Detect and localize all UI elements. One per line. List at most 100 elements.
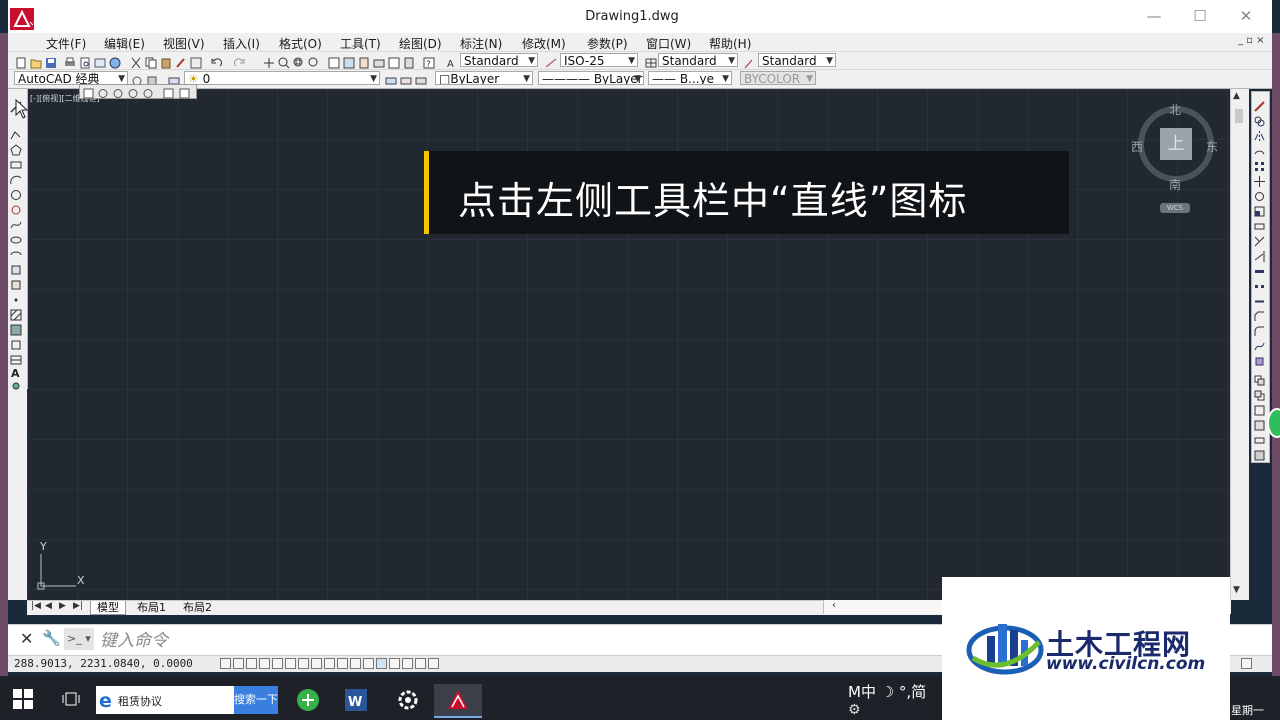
move-tool-icon[interactable]	[1254, 172, 1265, 187]
paste-icon[interactable]	[160, 54, 172, 69]
circle-tool-icon[interactable]	[10, 186, 22, 200]
gradient-tool-icon[interactable]	[10, 321, 22, 336]
redo-icon[interactable]	[233, 54, 246, 67]
add-selected-tool-icon[interactable]	[10, 377, 22, 390]
break-at-point-tool-icon[interactable]	[1254, 262, 1265, 273]
design-center-icon[interactable]	[343, 54, 355, 69]
multileader-style-dropdown[interactable]: Standard ▼	[758, 53, 836, 67]
menu-window[interactable]: 窗口(W)	[646, 35, 691, 52]
print-preview-icon[interactable]	[79, 54, 91, 69]
menu-parametric[interactable]: 参数(P)	[587, 35, 628, 52]
workspace-save-icon[interactable]	[146, 72, 158, 86]
make-block-tool-icon[interactable]	[10, 276, 22, 290]
table-tool-icon[interactable]	[10, 351, 22, 365]
trim-tool-icon[interactable]	[1254, 232, 1265, 247]
polyline-tool-icon[interactable]	[10, 126, 22, 140]
ellipse-tool-icon[interactable]	[10, 231, 22, 244]
model-space-toggle[interactable]	[415, 658, 426, 669]
menu-dimension[interactable]: 标注(N)	[460, 35, 502, 52]
quick-properties-toggle[interactable]	[376, 658, 387, 669]
grid-display-toggle[interactable]	[246, 658, 257, 669]
join-tool-icon[interactable]	[1254, 292, 1265, 303]
allow-disallow-ucs-toggle[interactable]	[324, 658, 335, 669]
dynamic-input-toggle[interactable]	[337, 658, 348, 669]
menu-tools[interactable]: 工具(T)	[340, 35, 381, 52]
text-style-dropdown[interactable]: Standard ▼	[460, 53, 538, 67]
floating-assistant-icon[interactable]	[1267, 408, 1280, 438]
pan-icon[interactable]	[263, 54, 275, 68]
command-close-icon[interactable]: ✕	[20, 629, 33, 648]
menu-help[interactable]: 帮助(H)	[709, 35, 751, 52]
rectangle-tool-icon[interactable]	[10, 156, 22, 169]
workspace-switch-toggle[interactable]	[428, 658, 439, 669]
offset-tool-icon[interactable]	[1254, 142, 1265, 155]
table-style-dropdown[interactable]: Standard ▼	[658, 53, 738, 67]
tab-layout1[interactable]: 布局1	[131, 601, 172, 614]
ellipse-arc-tool-icon[interactable]	[10, 246, 22, 258]
viewcube-top-face[interactable]: 上	[1160, 128, 1192, 160]
polar-tracking-toggle[interactable]	[272, 658, 283, 669]
object-snap-tracking-toggle[interactable]	[311, 658, 322, 669]
copy-tool-icon[interactable]	[1254, 112, 1265, 127]
plotstyle-dropdown[interactable]: BYCOLOR ▼	[740, 71, 816, 85]
menu-edit[interactable]: 编辑(E)	[104, 35, 145, 52]
help-icon[interactable]: ?	[423, 54, 435, 70]
layer-previous-icon[interactable]	[400, 72, 412, 85]
mirror-tool-icon[interactable]	[1254, 127, 1265, 142]
tab-next-button[interactable]: ▶	[59, 601, 66, 611]
zoom-realtime-icon[interactable]	[278, 54, 290, 69]
insert-block-tool-icon[interactable]	[10, 261, 22, 275]
cut-icon[interactable]	[130, 54, 142, 69]
taskbar-weekday[interactable]: 星期一	[1231, 702, 1264, 718]
tray-settings-icon[interactable]: ⚙	[848, 702, 861, 718]
selection-cycling-toggle[interactable]	[389, 658, 400, 669]
tab-last-button[interactable]: ▶|	[73, 601, 83, 611]
markup-icon[interactable]	[388, 54, 400, 69]
erase-tool-icon[interactable]	[1254, 97, 1265, 112]
tab-prev-button[interactable]: ◀	[45, 601, 52, 611]
revision-cloud-tool-icon[interactable]	[10, 201, 22, 215]
taskbar-search-text[interactable]: 租赁协议	[118, 693, 162, 709]
array-tool-icon[interactable]	[1254, 157, 1265, 171]
menu-file[interactable]: 文件(F)	[46, 35, 86, 52]
annotation-monitor-toggle[interactable]	[402, 658, 413, 669]
snap-mode-toggle[interactable]	[233, 658, 244, 669]
menu-insert[interactable]: 插入(I)	[223, 35, 260, 52]
ortho-mode-toggle[interactable]	[259, 658, 270, 669]
menu-view[interactable]: 视图(V)	[163, 35, 205, 52]
text-front-icon[interactable]	[1254, 431, 1265, 444]
new-file-icon[interactable]	[15, 54, 27, 69]
polygon-tool-icon[interactable]	[10, 141, 22, 156]
layer-state-icon[interactable]	[415, 72, 427, 85]
compass-east[interactable]: 东	[1206, 138, 1218, 155]
maximize-button[interactable]: ☐	[1186, 6, 1214, 26]
layer-dropdown[interactable]: ☀ 0 ▼	[184, 71, 380, 85]
region-tool-icon[interactable]	[10, 336, 22, 350]
compass-south[interactable]: 南	[1169, 176, 1181, 193]
windows-start-icon[interactable]	[12, 688, 34, 710]
hatch-back-icon[interactable]	[1254, 446, 1265, 461]
transparency-toggle[interactable]	[363, 658, 374, 669]
match-properties-icon[interactable]	[175, 54, 187, 68]
blend-curves-tool-icon[interactable]	[1254, 337, 1265, 351]
tab-layout2[interactable]: 布局2	[177, 601, 218, 614]
multiline-text-tool-icon[interactable]: A	[10, 364, 22, 380]
taskbar-autocad-icon[interactable]	[434, 684, 482, 718]
publish-icon[interactable]	[94, 54, 106, 68]
document-window-controls[interactable]: _ ▫ ×	[1238, 35, 1265, 46]
make-object-layer-current-icon[interactable]	[385, 72, 397, 85]
color-dropdown[interactable]: □ByLayer ▼	[435, 71, 533, 85]
extend-tool-icon[interactable]	[1254, 247, 1265, 262]
fillet-tool-icon[interactable]	[1254, 322, 1265, 336]
stretch-tool-icon[interactable]	[1254, 217, 1265, 230]
3d-dwf-icon[interactable]	[109, 54, 121, 69]
command-customize-icon[interactable]: 🔧	[42, 629, 61, 647]
taskbar-search-button[interactable]: 搜索一下	[234, 686, 278, 714]
taskbar-settings-icon[interactable]	[384, 684, 432, 716]
close-button[interactable]: ✕	[1232, 6, 1260, 26]
compass-north[interactable]: 北	[1169, 101, 1181, 118]
taskbar-word-icon[interactable]: W	[332, 684, 380, 716]
wcs-menu-button[interactable]: WCS	[1160, 203, 1190, 213]
break-tool-icon[interactable]	[1254, 277, 1265, 288]
3d-object-snap-toggle[interactable]	[298, 658, 309, 669]
